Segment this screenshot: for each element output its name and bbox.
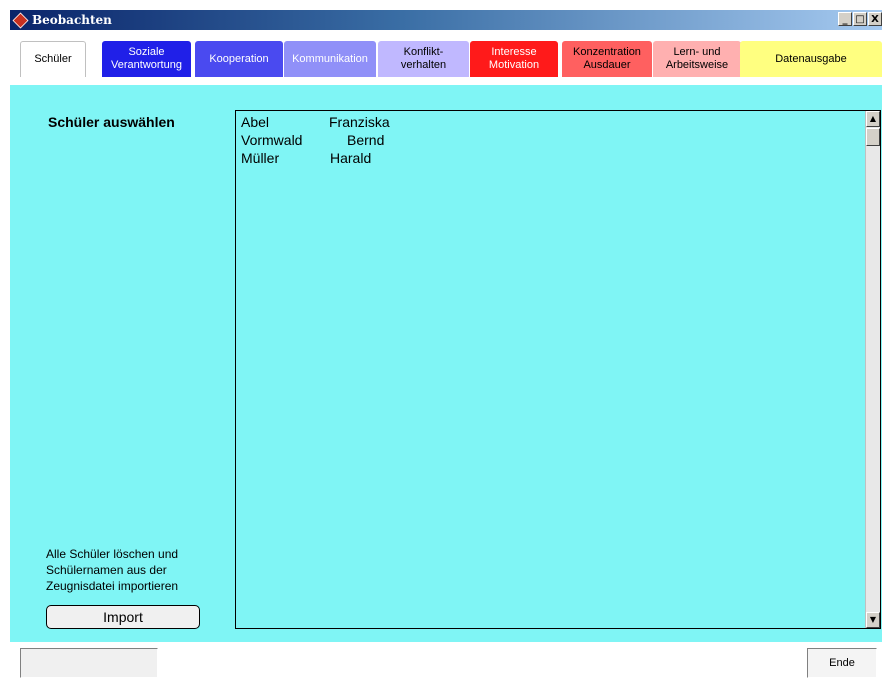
tab-label: Datenausgabe	[775, 52, 847, 65]
import-info-text: Alle Schüler löschen und Schülernamen au…	[46, 547, 179, 593]
window-title: Beobachten	[32, 13, 112, 27]
scroll-thumb[interactable]	[866, 128, 880, 146]
student-first-name: Harald	[330, 150, 372, 166]
tab-label: Soziale Verantwortung	[111, 46, 182, 71]
end-button[interactable]: Ende	[807, 648, 877, 678]
window-titlebar[interactable]: Beobachten _ □ X	[10, 10, 882, 30]
close-button[interactable]: X	[868, 12, 882, 26]
student-last-name: Müller	[241, 150, 280, 166]
tab-label: Lern- und Arbeitsweise	[665, 46, 729, 71]
student-last-name: Abel	[241, 114, 270, 130]
scroll-up-icon[interactable]: ▲	[866, 111, 880, 127]
student-first-name: Bernd	[347, 132, 385, 148]
tab-interesse-motivation[interactable]: Interesse Motivation	[470, 41, 558, 77]
maximize-button[interactable]: □	[853, 12, 867, 26]
list-scrollbar[interactable]: ▲ ▼	[865, 111, 880, 628]
import-button[interactable]: Import	[46, 605, 200, 629]
page-title: Schüler auswählen	[48, 114, 175, 130]
minimize-button[interactable]: _	[838, 12, 852, 26]
tab-soziale-verantwortung[interactable]: Soziale Verantwortung	[102, 41, 191, 77]
content-panel: Schüler auswählen Abel Franziska Vormwal…	[10, 82, 882, 643]
tab-lern-und-arbeitsweise[interactable]: Lern- und Arbeitsweise	[653, 41, 741, 77]
tab-konzentration-ausdauer[interactable]: Konzentration Ausdauer	[562, 41, 652, 77]
tab-label: Kommunikation	[292, 52, 368, 65]
tab-label: Konzentration Ausdauer	[573, 46, 641, 71]
tab-label: Schüler	[34, 53, 72, 65]
tab-label: Interesse Motivation	[488, 46, 540, 71]
tab-strip: Schüler Soziale Verantwortung Kooperation…	[10, 30, 882, 82]
tab-label: Kooperation	[209, 52, 269, 65]
status-field	[20, 648, 158, 678]
app-icon	[12, 12, 29, 29]
tab-kooperation[interactable]: Kooperation	[195, 41, 283, 77]
scroll-down-icon[interactable]: ▼	[866, 612, 880, 628]
tab-datenausgabe[interactable]: Datenausgabe	[740, 41, 882, 77]
student-list[interactable]: Abel Franziska Vormwald Bernd Müller Har…	[235, 110, 881, 629]
tab-kommunikation[interactable]: Kommunikation	[284, 41, 376, 77]
window-controls: _ □ X	[838, 12, 882, 26]
tab-konfliktverhalten[interactable]: Konflikt-verhalten	[378, 41, 469, 77]
tab-schueler[interactable]: Schüler	[20, 41, 86, 77]
content-divider	[10, 83, 882, 94]
student-last-name: Vormwald	[241, 132, 303, 148]
footer-bar: Ende	[10, 642, 882, 688]
student-first-name: Franziska	[329, 114, 390, 130]
tab-label: Konflikt-verhalten	[400, 46, 447, 71]
